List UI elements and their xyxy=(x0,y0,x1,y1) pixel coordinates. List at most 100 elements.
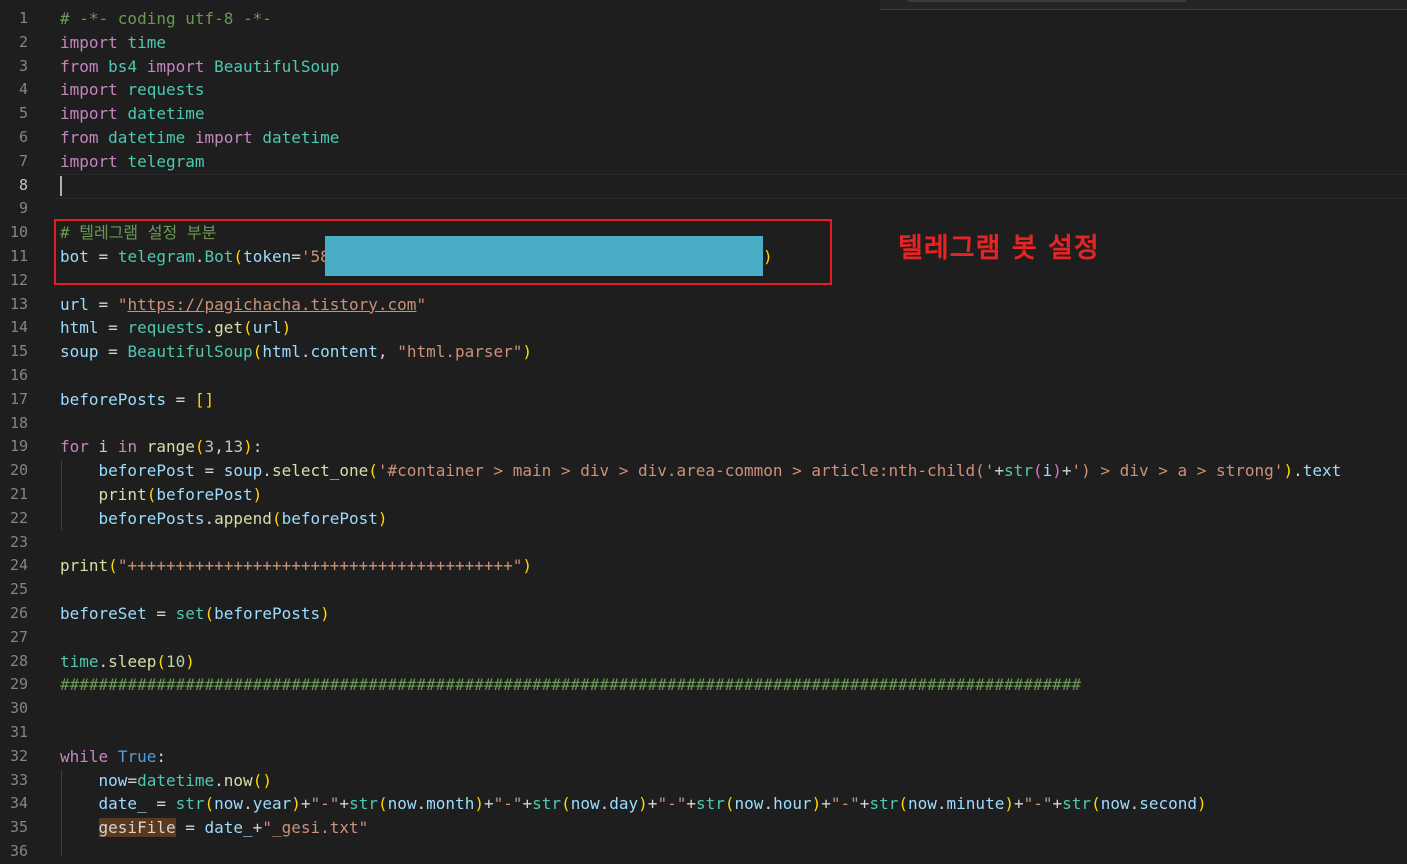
code-token: beforeSet xyxy=(60,604,147,623)
code-token: "-" xyxy=(1023,794,1053,814)
code-line[interactable]: 15 soup = BeautifulSoup(html.content, "ht… xyxy=(0,340,1407,364)
code-text[interactable]: beforeSet = set(beforePosts) xyxy=(60,602,330,626)
code-token: + xyxy=(339,794,350,814)
code-token: + xyxy=(1061,461,1072,481)
code-token: + xyxy=(821,794,831,814)
code-text[interactable]: html = requests.get(url) xyxy=(60,316,291,340)
line-number: 30 xyxy=(9,699,28,718)
code-token: + xyxy=(483,794,494,814)
code-line[interactable]: 30 xyxy=(0,697,1407,721)
code-token: BeautifulSoup xyxy=(214,56,340,76)
code-text[interactable]: soup = BeautifulSoup(html.content, "html… xyxy=(60,340,532,364)
code-text[interactable]: import time xyxy=(60,31,166,55)
code-text[interactable]: beforePosts.append(beforePost) xyxy=(60,507,388,531)
code-token: print xyxy=(60,556,109,576)
code-line[interactable]: 23 xyxy=(0,531,1407,555)
code-token: ( xyxy=(368,461,378,481)
code-text[interactable]: from datetime import datetime xyxy=(60,126,339,150)
code-text[interactable]: beforePosts = [] xyxy=(60,388,214,412)
code-text[interactable]: import requests xyxy=(60,78,205,102)
code-line[interactable]: 34 date_ = str(now.year)+"-"+str(now.mon… xyxy=(0,792,1407,816)
code-line[interactable]: 5 import datetime xyxy=(0,102,1407,126)
code-line[interactable]: 32 while True: xyxy=(0,745,1407,769)
code-token: datetime xyxy=(127,104,205,124)
code-token: # -*- coding utf-8 -*- xyxy=(60,9,272,28)
code-line[interactable]: 2 import time xyxy=(0,31,1407,55)
code-line[interactable]: 22 beforePosts.append(beforePost) xyxy=(0,507,1407,531)
code-token: ( xyxy=(1032,461,1043,481)
code-token: , xyxy=(214,437,224,457)
text-cursor xyxy=(60,176,62,196)
code-line[interactable]: 24 print("+++++++++++++++++++++++++++++++… xyxy=(0,554,1407,578)
code-text[interactable]: date_ = str(now.year)+"-"+str(now.month)… xyxy=(60,792,1207,816)
code-line[interactable]: 29 ######################################… xyxy=(0,673,1407,697)
code-line[interactable]: 7 import telegram xyxy=(0,150,1407,174)
line-number: 29 xyxy=(9,675,28,694)
code-token: day xyxy=(609,794,639,814)
code-text[interactable]: print("+++++++++++++++++++++++++++++++++… xyxy=(60,554,532,578)
code-line[interactable]: 1 # -*- coding utf-8 -*- xyxy=(0,7,1407,31)
code-text[interactable]: now=datetime.now() xyxy=(60,769,272,793)
code-line[interactable]: 3 from bs4 import BeautifulSoup xyxy=(0,55,1407,79)
code-token: . xyxy=(98,651,109,671)
code-text[interactable]: import telegram xyxy=(60,150,205,174)
code-line[interactable]: 16 xyxy=(0,364,1407,388)
code-text[interactable]: from bs4 import BeautifulSoup xyxy=(60,55,339,79)
code-text[interactable]: # -*- coding utf-8 -*- xyxy=(60,7,272,31)
code-line[interactable]: 21 print(beforePost) xyxy=(0,483,1407,507)
indent-guide xyxy=(61,460,62,530)
code-line[interactable]: 28 time.sleep(10) xyxy=(0,650,1407,674)
code-line[interactable]: 35 gesiFile = date_+"_gesi.txt" xyxy=(0,816,1407,840)
code-token: + xyxy=(994,461,1005,481)
code-token: now xyxy=(387,794,417,814)
code-token: hour xyxy=(773,794,812,814)
code-line[interactable]: 13 url = "https://pagichacha.tistory.com" xyxy=(0,293,1407,317)
code-token: ( xyxy=(204,604,215,623)
code-line[interactable]: 4 import requests xyxy=(0,78,1407,102)
find-widget-input xyxy=(908,0,1186,2)
code-line[interactable]: 31 xyxy=(0,721,1407,745)
code-line[interactable]: 9 xyxy=(0,197,1407,221)
code-token: telegram xyxy=(127,151,205,171)
code-token: = xyxy=(165,389,195,409)
code-line[interactable]: 33 now=datetime.now() xyxy=(0,769,1407,793)
code-text[interactable]: beforePost = soup.select_one('#container… xyxy=(60,459,1342,483)
code-line[interactable]: 36 xyxy=(0,840,1407,864)
code-text[interactable]: for i in range(3,13): xyxy=(60,435,262,459)
code-editor[interactable]: 1 # -*- coding utf-8 -*- 2 import time 3 from… xyxy=(0,0,1407,860)
code-token: "-" xyxy=(830,794,860,814)
code-line[interactable]: 6 from datetime import datetime xyxy=(0,126,1407,150)
code-line[interactable]: 14 html = requests.get(url) xyxy=(0,316,1407,340)
code-line[interactable]: 25 xyxy=(0,578,1407,602)
code-text[interactable]: gesiFile = date_+"_gesi.txt" xyxy=(60,816,368,840)
code-token: ) xyxy=(474,794,484,814)
code-line[interactable]: 18 xyxy=(0,412,1407,436)
code-token: str xyxy=(1062,794,1092,814)
code-token: "-" xyxy=(657,794,687,814)
code-text[interactable]: import datetime xyxy=(60,102,205,126)
code-line[interactable]: 27 xyxy=(0,626,1407,650)
code-token: append xyxy=(214,508,272,528)
code-token: ) xyxy=(811,794,822,814)
code-text[interactable]: while True: xyxy=(60,745,166,769)
code-text[interactable]: time.sleep(10) xyxy=(60,650,195,674)
code-token: + xyxy=(1052,794,1063,814)
code-token: = xyxy=(194,461,224,481)
code-token: = xyxy=(98,342,128,362)
code-token: ) xyxy=(243,437,253,457)
code-line[interactable]: 20 beforePost = soup.select_one('#contai… xyxy=(0,459,1407,483)
code-line[interactable]: 8 xyxy=(0,174,1407,198)
code-line[interactable]: 19 for i in range(3,13): xyxy=(0,435,1407,459)
code-line[interactable]: 17 beforePosts = [] xyxy=(0,388,1407,412)
code-text[interactable]: print(beforePost) xyxy=(60,483,263,507)
code-text[interactable]: url = "https://pagichacha.tistory.com" xyxy=(60,293,426,317)
code-token: text xyxy=(1302,461,1342,481)
code-text[interactable]: ########################################… xyxy=(60,673,1081,697)
code-line[interactable]: 26 beforeSet = set(beforePosts) xyxy=(0,602,1407,626)
line-number: 19 xyxy=(9,437,28,456)
code-token: ( xyxy=(194,437,205,457)
